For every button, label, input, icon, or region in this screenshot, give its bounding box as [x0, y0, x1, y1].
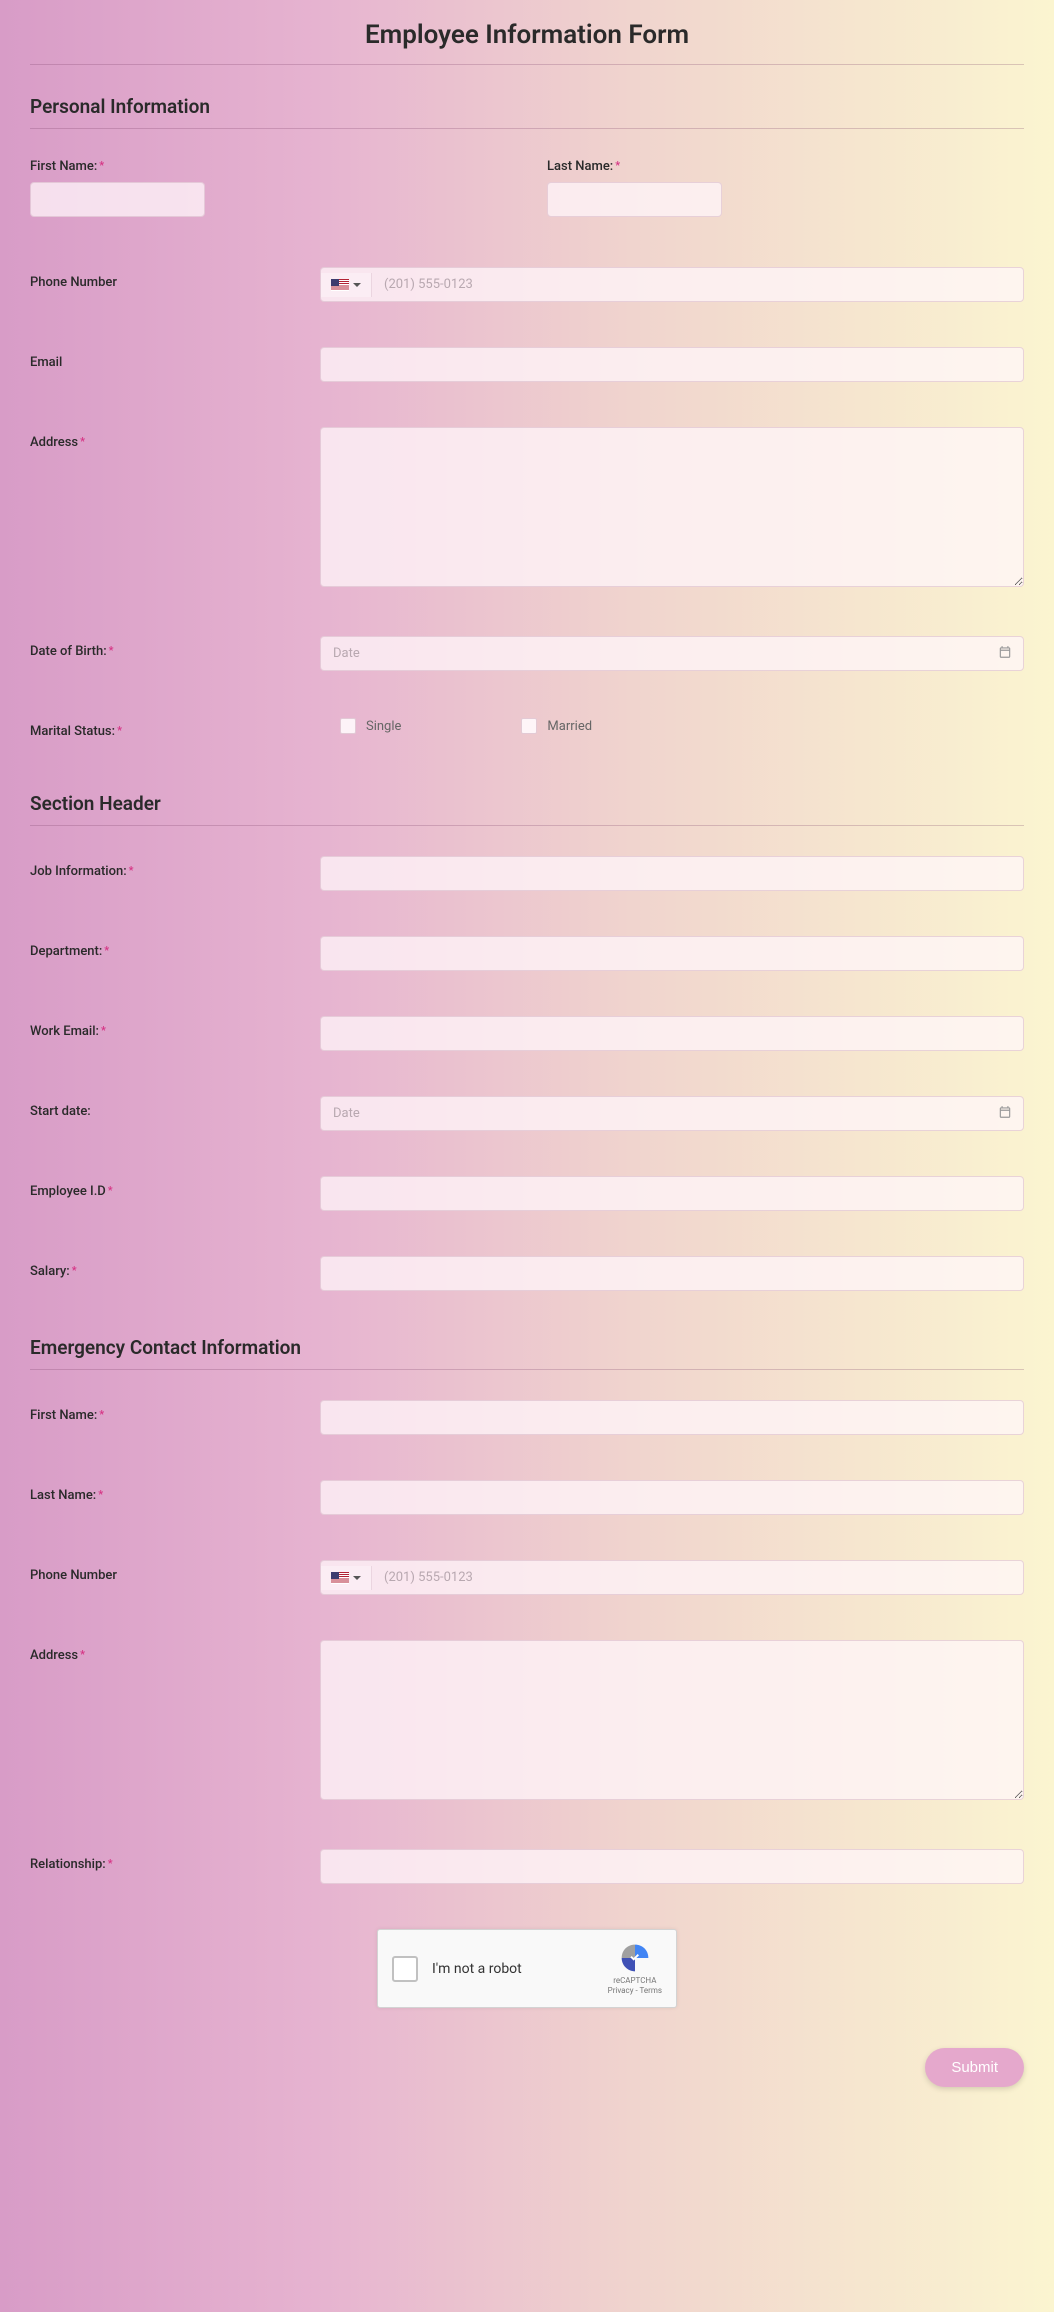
last-name-label: Last Name:* [547, 159, 1024, 174]
first-name-label: First Name:* [30, 159, 507, 174]
ec-phone-field[interactable] [372, 1561, 1023, 1594]
flag-us-icon [331, 1572, 349, 1584]
country-code-selector[interactable] [321, 273, 372, 297]
marital-label: Marital Status:* [30, 724, 320, 739]
salary-field[interactable] [320, 1256, 1024, 1291]
flag-us-icon [331, 279, 349, 291]
ec-phone-label: Phone Number [30, 1568, 320, 1583]
chevron-down-icon [353, 283, 361, 287]
section-header-personal: Personal Information [30, 95, 1024, 129]
address-label: Address* [30, 435, 320, 450]
work-email-label: Work Email:* [30, 1024, 320, 1039]
employee-id-label: Employee I.D* [30, 1184, 320, 1199]
recaptcha-icon [619, 1942, 651, 1974]
employee-id-field[interactable] [320, 1176, 1024, 1211]
department-field[interactable] [320, 936, 1024, 971]
submit-button[interactable]: Submit [925, 2048, 1024, 2087]
recaptcha-checkbox[interactable] [392, 1956, 418, 1982]
salary-label: Salary:* [30, 1264, 320, 1279]
department-label: Department:* [30, 944, 320, 959]
ec-address-label: Address* [30, 1648, 320, 1663]
phone-label: Phone Number [30, 275, 320, 290]
marital-married-label: Married [547, 719, 592, 734]
ec-address-field[interactable] [320, 1640, 1024, 1800]
ec-first-name-field[interactable] [320, 1400, 1024, 1435]
section-header-job: Section Header [30, 792, 1024, 826]
first-name-field[interactable] [30, 182, 205, 217]
relationship-label: Relationship:* [30, 1857, 320, 1872]
relationship-field[interactable] [320, 1849, 1024, 1884]
ec-last-name-label: Last Name:* [30, 1488, 320, 1503]
form-title: Employee Information Form [30, 20, 1024, 65]
dob-field[interactable] [320, 636, 1024, 671]
address-field[interactable] [320, 427, 1024, 587]
ec-country-code-selector[interactable] [321, 1566, 372, 1590]
email-field[interactable] [320, 347, 1024, 382]
last-name-field[interactable] [547, 182, 722, 217]
section-header-emergency: Emergency Contact Information [30, 1336, 1024, 1370]
work-email-field[interactable] [320, 1016, 1024, 1051]
ec-last-name-field[interactable] [320, 1480, 1024, 1515]
job-info-field[interactable] [320, 856, 1024, 891]
marital-single-label: Single [366, 719, 401, 734]
chevron-down-icon [353, 1576, 361, 1580]
marital-single-checkbox[interactable] [340, 718, 356, 734]
recaptcha-logo: reCAPTCHA Privacy - Terms [608, 1942, 662, 1995]
email-label: Email [30, 355, 320, 370]
job-info-label: Job Information:* [30, 864, 320, 879]
marital-married-checkbox[interactable] [521, 718, 537, 734]
start-date-field[interactable] [320, 1096, 1024, 1131]
dob-label: Date of Birth:* [30, 644, 320, 659]
recaptcha-widget: I'm not a robot reCAPTCHA Privacy - Term… [377, 1929, 677, 2008]
recaptcha-label: I'm not a robot [432, 1961, 608, 1977]
phone-field[interactable] [372, 268, 1023, 301]
start-date-label: Start date: [30, 1104, 320, 1119]
ec-first-name-label: First Name:* [30, 1408, 320, 1423]
